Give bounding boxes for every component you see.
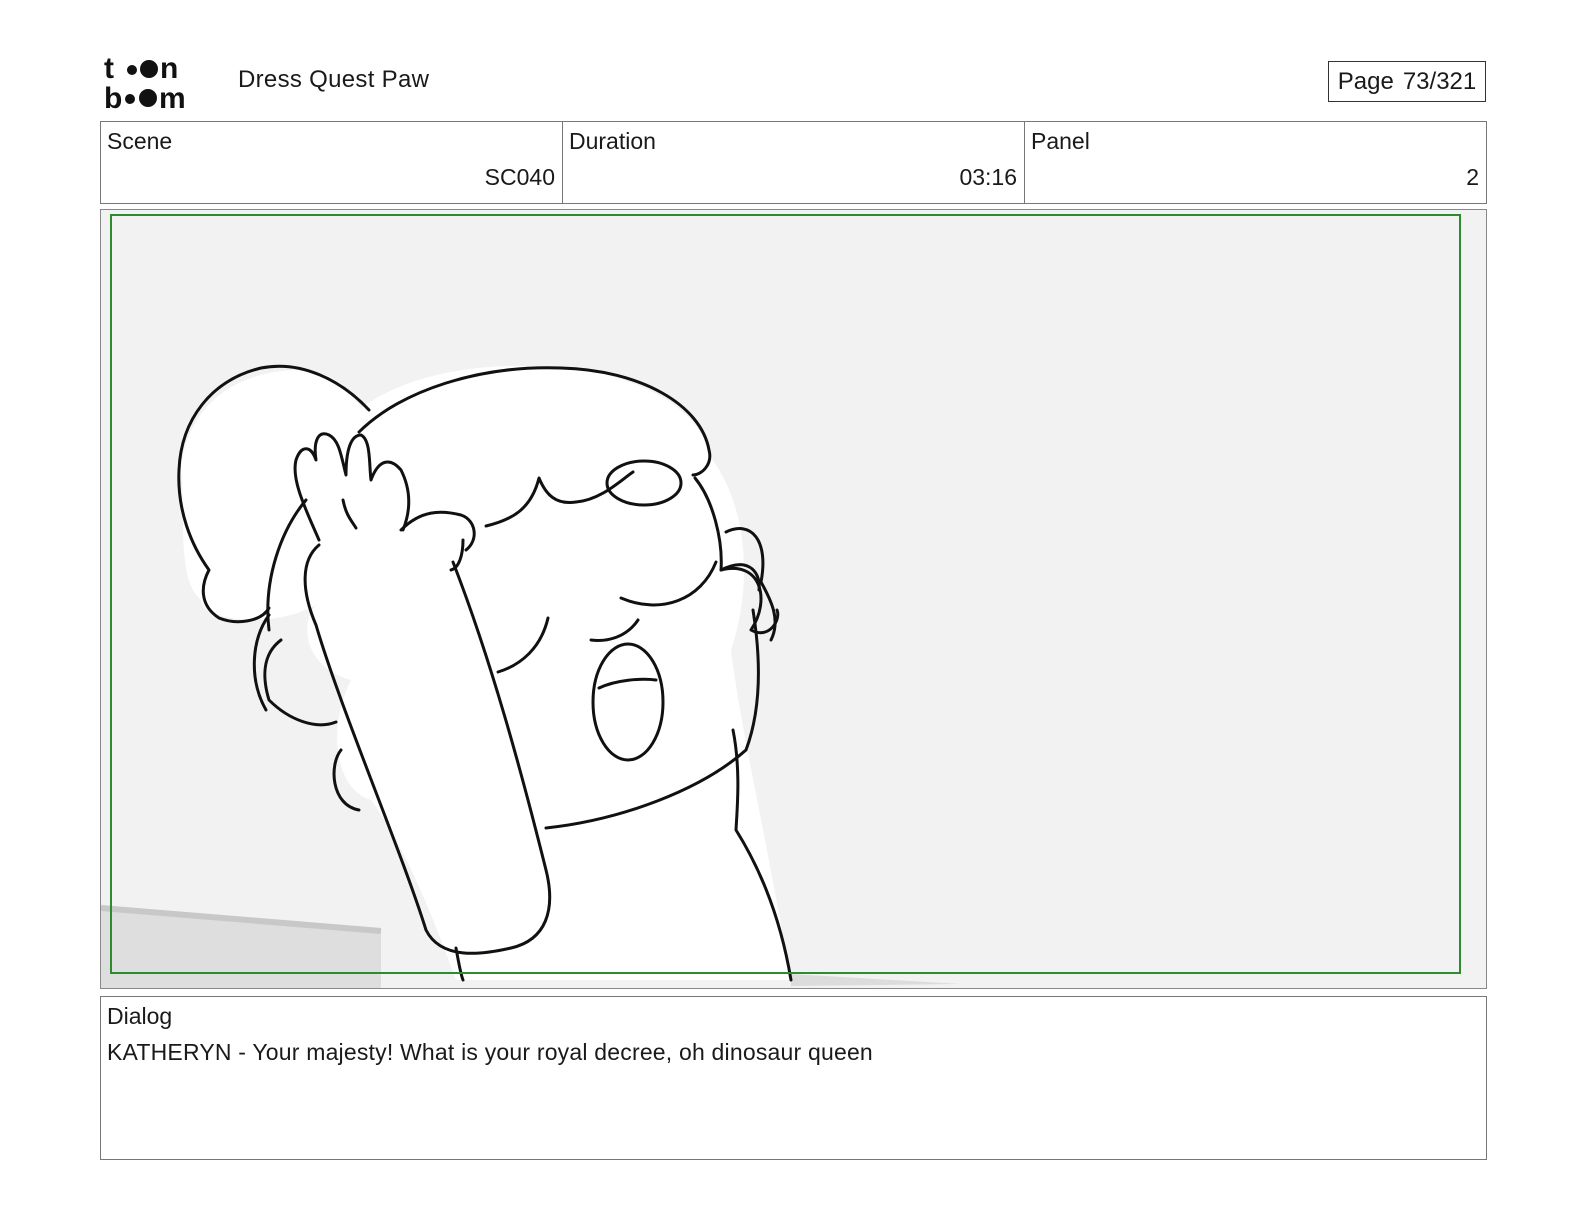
panel-info-row: Scene SC040 Duration 03:16 Panel 2 [100, 121, 1487, 204]
svg-text:b: b [104, 82, 122, 112]
scene-cell: Scene SC040 [101, 122, 563, 203]
toon-boom-logo: t n b m [104, 52, 186, 112]
panel-label: Panel [1031, 128, 1090, 154]
dialog-label: Dialog [107, 1003, 173, 1029]
duration-value: 03:16 [959, 164, 1017, 190]
duration-label: Duration [569, 128, 656, 154]
project-title: Dress Quest Paw [238, 66, 430, 93]
page-number: 73/321 [1402, 67, 1477, 95]
svg-text:t: t [104, 52, 114, 85]
storyboard-panel [100, 209, 1487, 989]
dialog-text: KATHERYN - Your majesty! What is your ro… [107, 1039, 873, 1065]
page-label: Page [1337, 67, 1394, 95]
character-fill [181, 365, 791, 980]
panel-value: 2 [1466, 164, 1479, 190]
scene-value: SC040 [484, 164, 555, 190]
svg-text:m: m [159, 82, 186, 112]
svg-text:n: n [160, 52, 178, 85]
dialog-box: Dialog KATHERYN - Your majesty! What is … [100, 996, 1487, 1160]
scene-label: Scene [107, 128, 173, 154]
panel-drawing [101, 214, 1461, 988]
page-indicator: Page 73/321 [1328, 61, 1486, 102]
panel-cell: Panel 2 [1025, 122, 1486, 203]
duration-cell: Duration 03:16 [563, 122, 1025, 203]
floor-shadow-right [791, 974, 961, 986]
